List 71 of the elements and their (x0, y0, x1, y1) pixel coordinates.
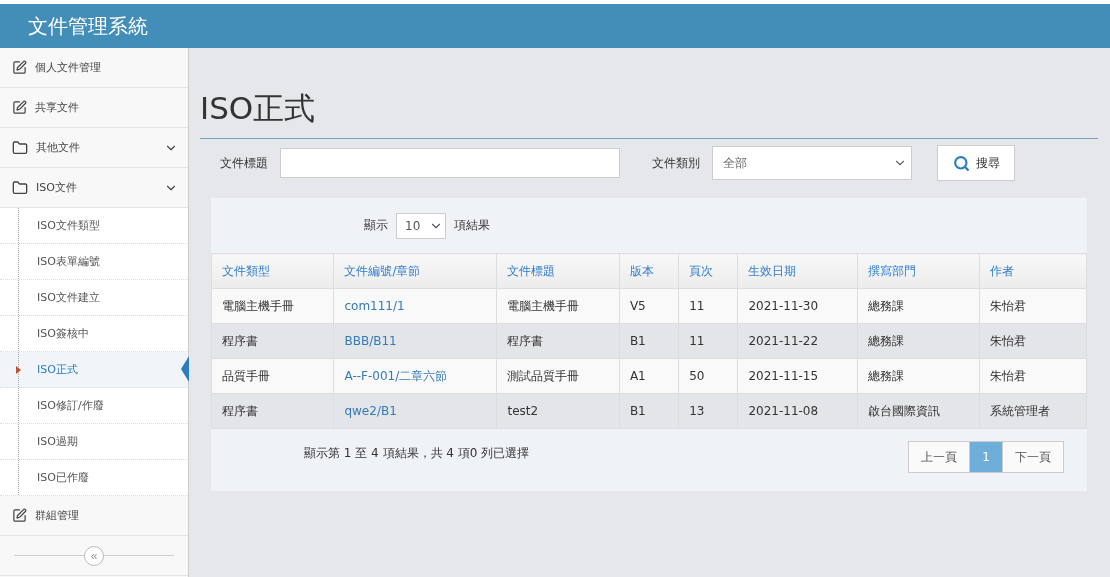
table-cell: 13 (678, 393, 738, 429)
table-cell: B1 (619, 323, 679, 359)
sidebar-item[interactable]: 共享文件 (0, 88, 188, 128)
table-cell: 2021-11-30 (737, 288, 858, 324)
table-cell: 50 (678, 358, 738, 394)
type-select[interactable]: 全部 (712, 146, 912, 180)
length-label: 項結果 (454, 217, 490, 234)
length-label: 顯示 (364, 217, 388, 234)
document-link[interactable]: A--F-001/二章六節 (333, 358, 497, 394)
sidebar-subitem[interactable]: ISO已作廢 (0, 460, 188, 496)
table-cell: 朱怡君 (979, 358, 1087, 394)
sidebar-subitem[interactable]: ISO修訂/作廢 (0, 388, 188, 424)
table-cell: test2 (496, 393, 620, 429)
table-cell: 測試品質手冊 (496, 358, 620, 394)
table-cell: 2021-11-22 (737, 323, 858, 359)
edit-icon (12, 60, 27, 75)
table-cell: V5 (619, 288, 679, 324)
table-cell: B1 (619, 393, 679, 429)
column-header[interactable]: 文件標題 (496, 253, 620, 289)
table-cell: 程序書 (211, 323, 334, 359)
table-cell: 總務課 (857, 358, 980, 394)
table-cell: 電腦主機手冊 (496, 288, 620, 324)
column-header[interactable]: 作者 (979, 253, 1087, 289)
folder-icon (12, 139, 28, 156)
title-input-field[interactable] (280, 148, 620, 178)
field-label: 文件類別 (652, 154, 700, 172)
table-cell: 品質手冊 (211, 358, 334, 394)
document-link[interactable]: com111/1 (333, 288, 497, 324)
search-icon (952, 154, 970, 172)
column-header[interactable]: 版本 (619, 253, 679, 289)
column-header[interactable]: 撰寫部門 (857, 253, 980, 289)
sidebar-item[interactable]: 個人文件管理 (0, 48, 188, 88)
page-title: ISO正式 (200, 88, 1098, 139)
sidebar-subitem[interactable]: ISO過期 (0, 424, 188, 460)
document-link[interactable]: BBB/B11 (333, 323, 497, 359)
caret-icon (16, 366, 21, 374)
column-header[interactable]: 頁次 (678, 253, 738, 289)
table-info: 顯示第 1 至 4 項結果，共 4 項0 列已選擇 (304, 445, 530, 462)
table-cell: 啟台國際資訊 (857, 393, 980, 429)
page-length-select[interactable]: 10 (396, 212, 446, 239)
table-cell: 2021-11-15 (737, 358, 858, 394)
table-cell: 朱怡君 (979, 323, 1087, 359)
edit-icon (12, 100, 27, 115)
sidebar-subitem[interactable]: ISO簽核中 (0, 316, 188, 352)
table-cell: 程序書 (211, 393, 334, 429)
folder-icon (12, 179, 28, 196)
edit-icon (12, 508, 27, 523)
document-link[interactable]: qwe2/B1 (333, 393, 497, 429)
table-cell: 總務課 (857, 288, 980, 324)
sidebar-subitem[interactable]: ISO文件類型 (0, 208, 188, 244)
previous-page-button[interactable]: 上一頁 (908, 441, 971, 473)
sidebar-item[interactable]: 其他文件 (0, 128, 188, 168)
field-label: 文件標題 (220, 154, 268, 172)
sidebar-subitem[interactable]: ISO表單編號 (0, 244, 188, 280)
table-cell: 朱怡君 (979, 288, 1087, 324)
next-page-button[interactable]: 下一頁 (1002, 441, 1064, 473)
table-cell: 11 (678, 288, 738, 324)
table-cell: 總務課 (857, 323, 980, 359)
table-cell: 電腦主機手冊 (211, 288, 334, 324)
search-button[interactable]: 搜尋 (937, 145, 1015, 181)
sidebar-subitem[interactable]: ISO文件建立 (0, 280, 188, 316)
table-cell: A1 (619, 358, 679, 394)
table-cell: 11 (678, 323, 738, 359)
table-cell: 系統管理者 (979, 393, 1087, 429)
column-header[interactable]: 生效日期 (737, 253, 858, 289)
table-cell: 程序書 (496, 323, 620, 359)
sidebar-subitem[interactable]: ISO正式 (0, 352, 188, 388)
column-header[interactable]: 文件編號/章節 (333, 253, 497, 289)
column-header[interactable]: 文件類型 (211, 253, 334, 289)
table-cell: 2021-11-08 (737, 393, 858, 429)
app-title: 文件管理系統 (28, 12, 148, 40)
